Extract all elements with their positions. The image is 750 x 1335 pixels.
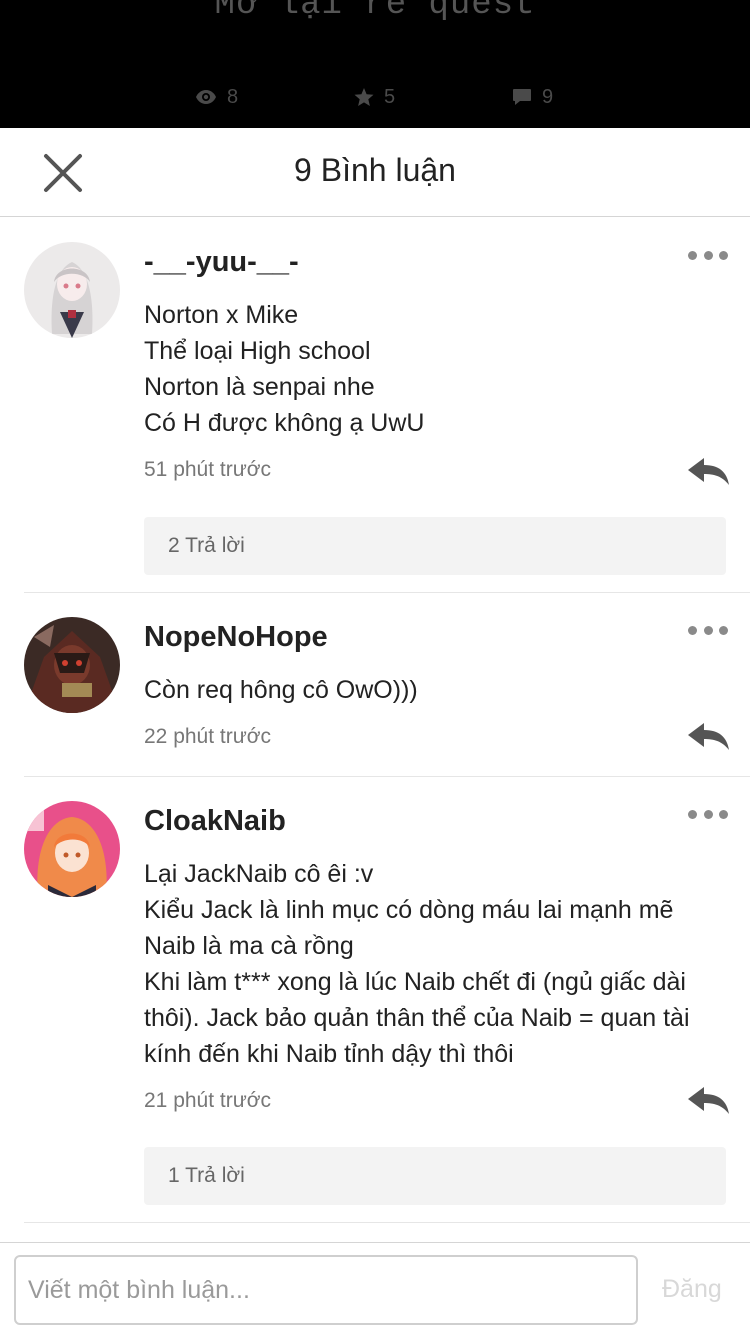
view-replies-button[interactable]: 2 Trả lời [144, 517, 726, 575]
comment-item: NopeNoHope Còn req hông cô OwO))) 22 phú… [24, 593, 750, 777]
votes-stat: 5 [354, 84, 395, 110]
view-replies-button[interactable]: 1 Trả lời [144, 1147, 726, 1205]
avatar[interactable] [24, 617, 120, 713]
comment-compose-bar: Đăng [0, 1242, 750, 1335]
more-options-icon[interactable] [688, 623, 728, 637]
comment-body: Lại JackNaib cô êi :v Kiểu Jack là linh … [144, 860, 690, 1068]
comments-stat: 9 [512, 84, 553, 110]
comment-username[interactable]: -__-yuu-__- [144, 246, 299, 279]
comment-timestamp: 22 phút trước [144, 725, 272, 748]
avatar[interactable] [24, 801, 120, 897]
comment-timestamp: 51 phút trước [144, 458, 272, 481]
comment-input[interactable] [14, 1255, 638, 1325]
story-title: Mở lại re quest [214, 0, 536, 24]
comment-item: CloakNaib Lại JackNaib cô êi :v Kiểu Jac… [24, 777, 750, 1223]
reply-icon[interactable] [686, 1085, 730, 1115]
divider [24, 1222, 750, 1223]
comment-username[interactable]: NopeNoHope [144, 621, 328, 654]
comment-username[interactable]: CloakNaib [144, 805, 286, 838]
views-count: 8 [227, 85, 239, 108]
comments-title: 9 Bình luận [294, 152, 456, 188]
more-options-icon[interactable] [688, 807, 728, 821]
comment-timestamp: 21 phút trước [144, 1089, 272, 1112]
star-icon [354, 87, 374, 106]
avatar[interactable] [24, 242, 120, 338]
more-options-icon[interactable] [688, 248, 728, 262]
eye-icon [196, 90, 216, 104]
votes-count: 5 [384, 85, 396, 108]
comments-header: 9 Bình luận [0, 128, 750, 217]
reply-icon[interactable] [686, 456, 730, 486]
post-button[interactable]: Đăng [662, 1275, 722, 1304]
views-stat: 8 [195, 84, 238, 110]
reply-icon[interactable] [686, 721, 730, 751]
comment-item: -__-yuu-__- Norton x Mike Thể loại High … [24, 218, 750, 593]
comments-count: 9 [542, 85, 554, 108]
story-header-background: Mở lại re quest 8 5 9 [0, 0, 750, 128]
comment-body: Còn req hông cô OwO))) [144, 676, 418, 704]
comment-body: Norton x Mike Thể loại High school Norto… [144, 301, 425, 437]
comment-bubble-icon [513, 89, 531, 105]
